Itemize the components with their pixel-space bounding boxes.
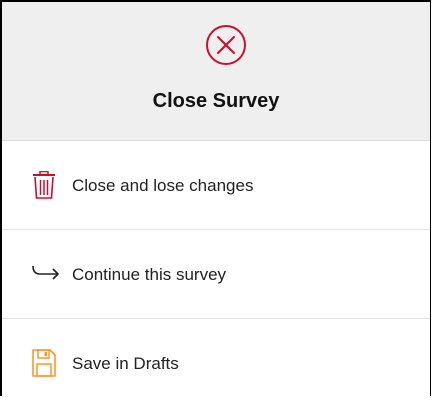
close-survey-dialog: Close Survey Close and lose changes Cont…: [0, 0, 431, 396]
continue-survey-label: Continue this survey: [72, 265, 227, 284]
trash-icon: [33, 171, 55, 199]
save-in-drafts-label: Save in Drafts: [72, 354, 179, 373]
arrow-return-right-icon: [32, 265, 59, 280]
close-and-lose-changes-option[interactable]: Close and lose changes: [2, 141, 430, 230]
save-in-drafts-option[interactable]: Save in Drafts: [2, 319, 430, 407]
continue-survey-option[interactable]: Continue this survey: [2, 230, 430, 319]
close-and-lose-changes-label: Close and lose changes: [72, 176, 254, 195]
save-disk-icon: [32, 349, 56, 377]
dialog-header: Close Survey: [2, 2, 430, 141]
close-circle-icon: [206, 25, 246, 65]
dialog-title: Close Survey: [152, 90, 280, 112]
